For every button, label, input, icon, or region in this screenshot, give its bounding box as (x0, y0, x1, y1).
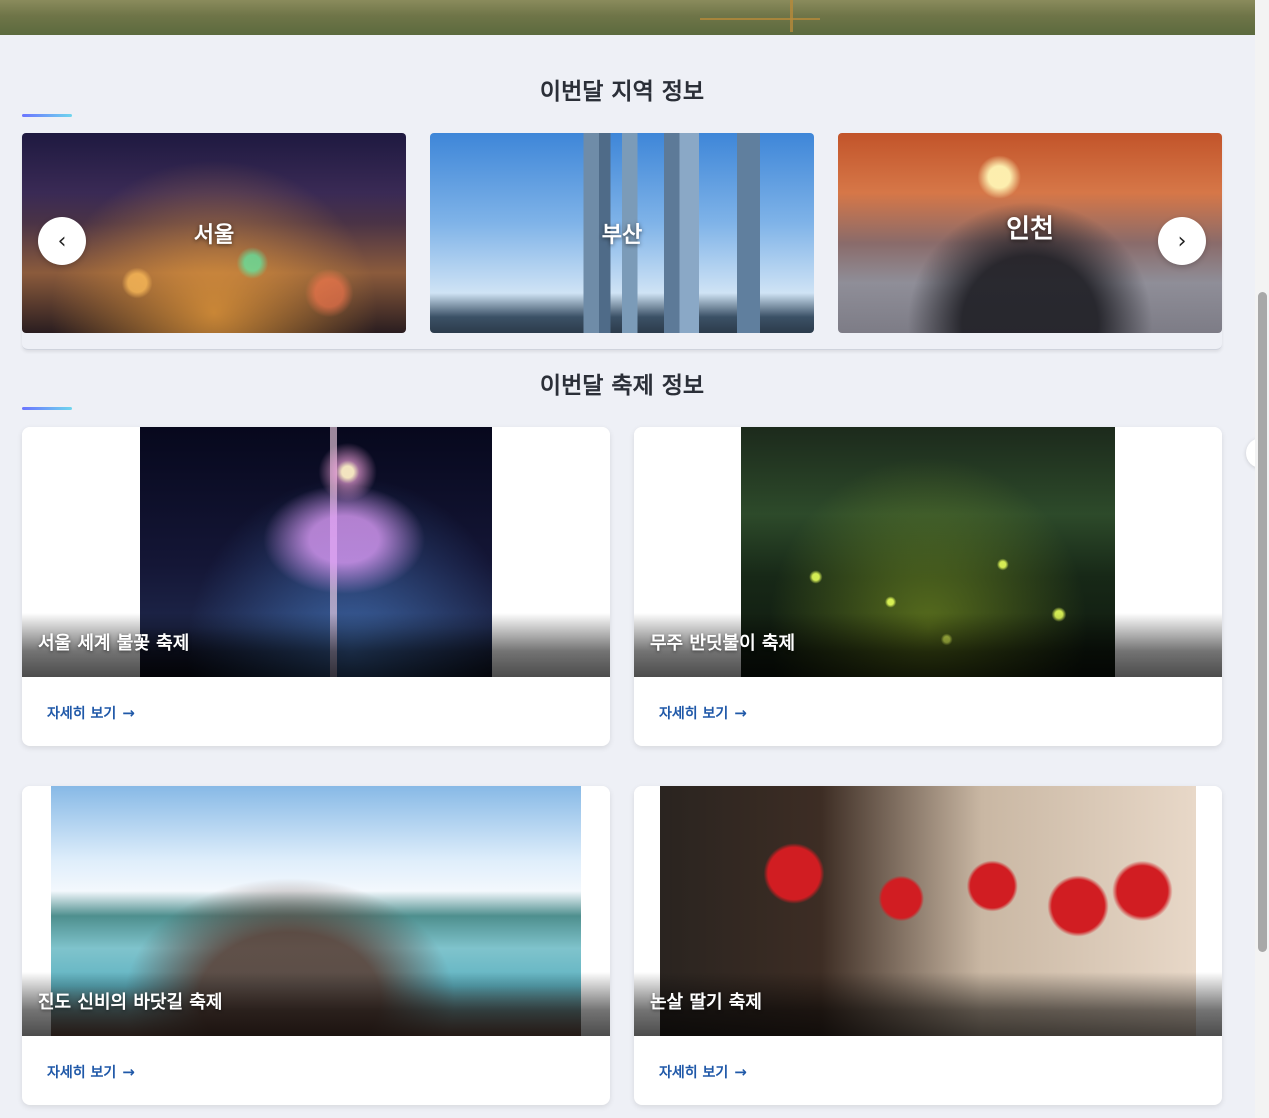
carousel-prev-button[interactable]: ‹ (38, 217, 86, 265)
arrow-right-icon: → (122, 704, 135, 722)
arrow-right-icon: → (734, 704, 747, 722)
festival-card[interactable]: 진도 신비의 바닷길 축제 자세히 보기 → (22, 786, 610, 1105)
region-card-busan[interactable]: 부산 (430, 133, 814, 333)
festival-title: 논살 딸기 축제 (650, 992, 762, 1013)
details-link[interactable]: 자세히 보기 → (47, 1062, 135, 1082)
details-link-label: 자세히 보기 (47, 706, 117, 722)
details-link-label: 자세히 보기 (47, 1065, 117, 1081)
festival-accent-bar (22, 407, 72, 410)
festival-card[interactable]: 무주 반딧불이 축제 자세히 보기 → (634, 427, 1222, 746)
festival-media: 서울 세계 불꽃 축제 (22, 427, 610, 677)
festival-media: 논살 딸기 축제 (634, 786, 1222, 1036)
details-link-label: 자세히 보기 (659, 1065, 729, 1081)
festival-title: 서울 세계 불꽃 축제 (38, 633, 190, 654)
details-link[interactable]: 자세히 보기 → (659, 703, 747, 723)
festival-media: 무주 반딧불이 축제 (634, 427, 1222, 677)
festival-card[interactable]: 서울 세계 불꽃 축제 자세히 보기 → (22, 427, 610, 746)
festival-title: 진도 신비의 바닷길 축제 (38, 992, 223, 1013)
festival-card[interactable]: 논살 딸기 축제 자세히 보기 → (634, 786, 1222, 1105)
crane-detail (700, 18, 820, 30)
festival-title: 무주 반딧불이 축제 (650, 633, 796, 654)
festival-media: 진도 신비의 바닷길 축제 (22, 786, 610, 1036)
region-section-title: 이번달 지역 정보 (539, 79, 705, 105)
region-accent-bar (22, 114, 72, 117)
arrow-right-icon: → (734, 1063, 747, 1081)
region-label: 부산 (601, 223, 643, 248)
details-link[interactable]: 자세히 보기 → (47, 703, 135, 723)
region-carousel: 서울 부산 인천 ‹ › (22, 133, 1222, 350)
chevron-right-icon: › (1177, 228, 1187, 254)
arrow-right-icon: → (122, 1063, 135, 1081)
page: 이번달 지역 정보 서울 부산 인천 ‹ › 이번달 축제 정보 서울 세계 불… (0, 0, 1269, 1118)
carousel-next-button[interactable]: › (1158, 217, 1206, 265)
chevron-left-icon: ‹ (57, 228, 67, 254)
scrollbar-thumb[interactable] (1258, 292, 1267, 952)
hero-image (0, 0, 1255, 35)
festival-section-title: 이번달 축제 정보 (539, 373, 705, 399)
details-link-label: 자세히 보기 (659, 706, 729, 722)
details-link[interactable]: 자세히 보기 → (659, 1062, 747, 1082)
crane-mast (790, 0, 793, 32)
